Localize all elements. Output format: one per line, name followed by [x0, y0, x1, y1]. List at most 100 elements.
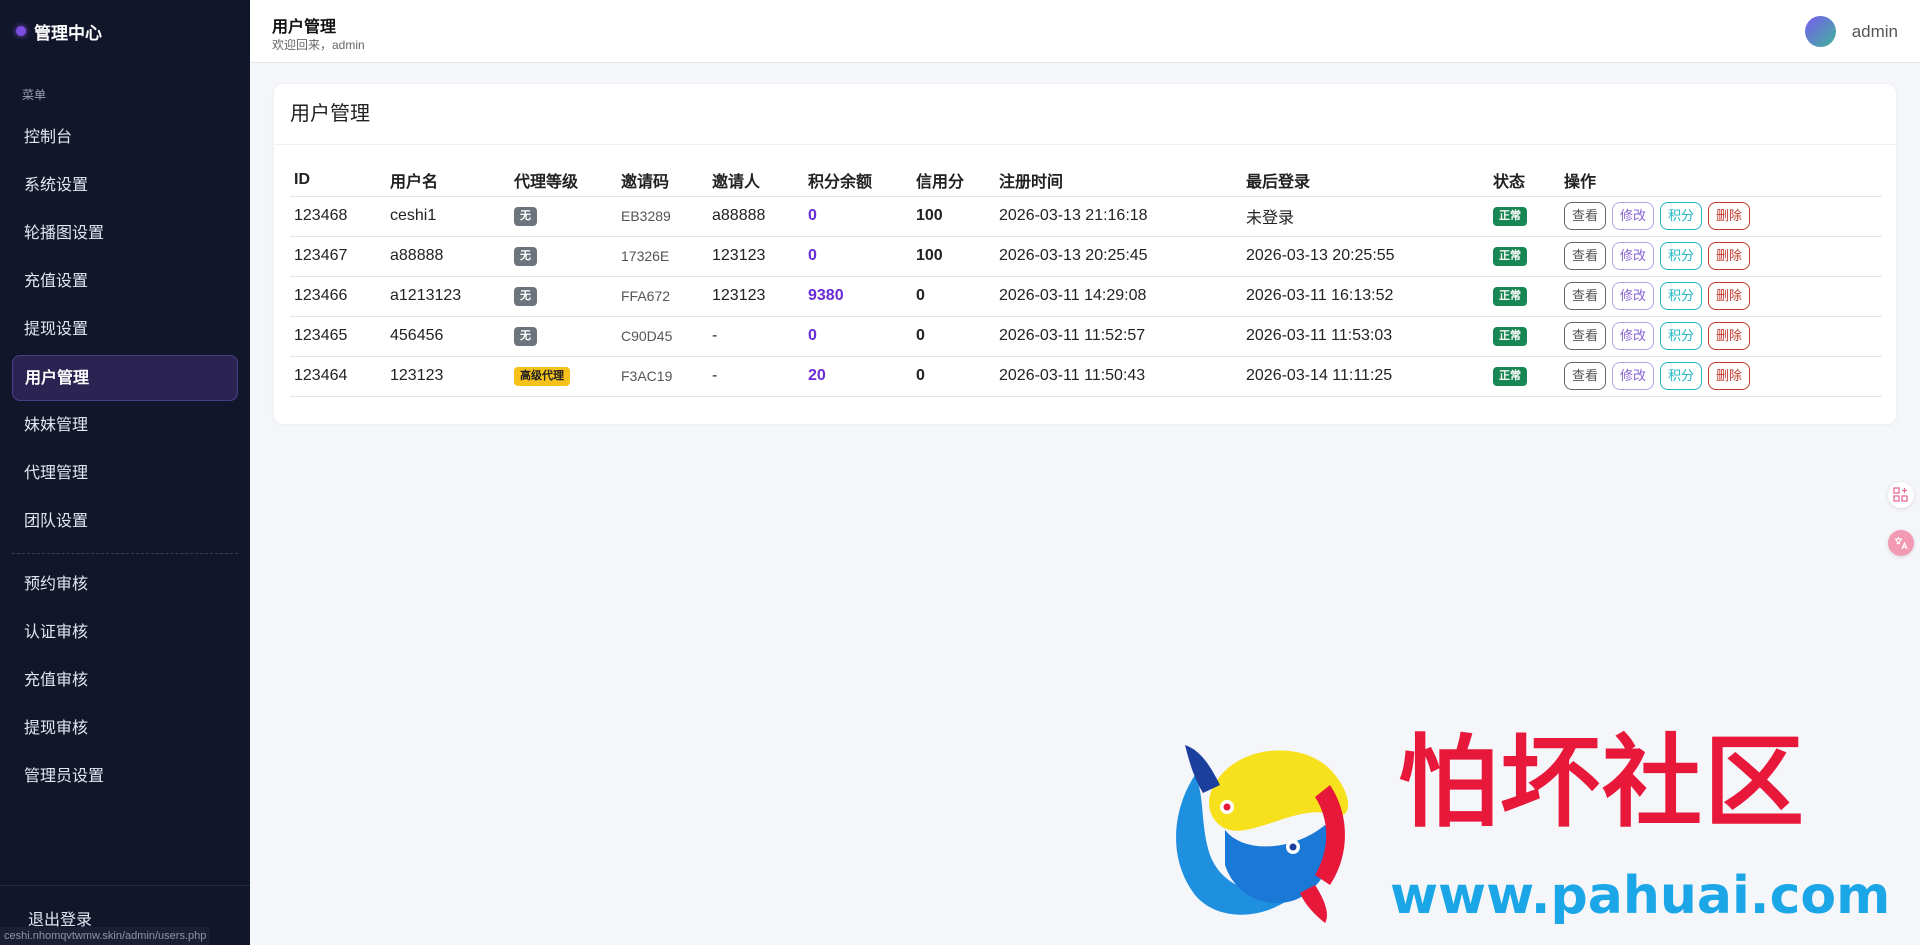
cell-reg-time: 2026-03-11 11:52:57: [995, 316, 1242, 357]
cell-id: 123464: [290, 356, 386, 397]
column-header: 信用分: [912, 164, 995, 197]
cell-actions: 查看 修改 积分 删除: [1560, 356, 1882, 397]
cell-reg-time: 2026-03-11 11:50:43: [995, 356, 1242, 397]
cell-last-login: 未登录: [1242, 196, 1489, 237]
watermark-text: 怕坏社区: [1398, 723, 1806, 841]
view-button[interactable]: 查看: [1564, 322, 1607, 350]
sidebar-item[interactable]: 妹妹管理: [12, 403, 238, 449]
sidebar-item[interactable]: 充值审核: [12, 658, 238, 704]
status-badge: 正常: [1493, 367, 1527, 386]
column-header: 状态: [1489, 164, 1560, 197]
sidebar-item[interactable]: 系统设置: [12, 163, 238, 209]
top-header: 用户管理 欢迎回来，admin admin: [250, 0, 1920, 63]
view-button[interactable]: 查看: [1564, 202, 1607, 230]
cell-status: 正常: [1489, 276, 1560, 317]
column-header: 操作: [1560, 164, 1882, 197]
cell-reg-time: 2026-03-11 14:29:08: [995, 276, 1242, 317]
points-button[interactable]: 积分: [1660, 362, 1703, 390]
view-button[interactable]: 查看: [1564, 242, 1607, 270]
view-button[interactable]: 查看: [1564, 362, 1607, 390]
cell-username: a1213123: [386, 276, 510, 317]
avatar[interactable]: [1805, 16, 1836, 47]
cell-invite-code: C90D45: [617, 316, 708, 357]
cell-username: 123123: [386, 356, 510, 397]
sidebar-item[interactable]: 充值设置: [12, 259, 238, 305]
cell-id: 123466: [290, 276, 386, 317]
sidebar-item[interactable]: 用户管理: [12, 355, 238, 401]
sidebar-item[interactable]: 提现审核: [12, 706, 238, 752]
apps-float-button[interactable]: [1888, 482, 1914, 508]
view-button[interactable]: 查看: [1564, 282, 1607, 310]
delete-button[interactable]: 删除: [1708, 322, 1751, 350]
menu-section-label: 菜单: [22, 88, 47, 102]
table-row: 123465 456456 无 C90D45-0 0 2026-03-11 11:52:5…: [290, 316, 1882, 357]
cell-invite-code: EB3289: [617, 196, 708, 237]
cell-credit: 0: [912, 276, 995, 317]
points-button[interactable]: 积分: [1660, 202, 1703, 230]
cell-actions: 查看 修改 积分 删除: [1560, 316, 1882, 357]
cell-points: 0: [804, 236, 912, 277]
table-row: 123464 123123 高级代理 F3AC19-20 0 2026-03-11 11:…: [290, 356, 1882, 397]
status-badge: 正常: [1493, 247, 1527, 266]
cell-username: 456456: [386, 316, 510, 357]
column-header: 邀请码: [617, 164, 708, 197]
status-bar-url: ceshi.nhomqvtwmw.skin/admin/users.php: [0, 927, 211, 945]
edit-button[interactable]: 修改: [1612, 362, 1655, 390]
edit-button[interactable]: 修改: [1612, 242, 1655, 270]
cell-username: ceshi1: [386, 196, 510, 237]
cell-last-login: 2026-03-14 11:11:25: [1242, 356, 1489, 397]
user-name[interactable]: admin: [1852, 22, 1898, 42]
sidebar-item[interactable]: 代理管理: [12, 451, 238, 497]
cell-inviter: -: [708, 316, 804, 357]
points-button[interactable]: 积分: [1660, 242, 1703, 270]
sidebar-item[interactable]: 团队设置: [12, 499, 238, 545]
sidebar-item[interactable]: 控制台: [12, 115, 238, 161]
sidebar-item[interactable]: 提现设置: [12, 307, 238, 353]
sidebar-item[interactable]: 管理员设置: [12, 754, 238, 800]
cell-status: 正常: [1489, 316, 1560, 357]
sidebar-menu: 控制台 系统设置 轮播图设置 充值设置 提现设置 用户管理 妹妹管理 代理管理 团队设置: [0, 115, 250, 545]
cell-username: a88888: [386, 236, 510, 277]
sidebar-item[interactable]: 认证审核: [12, 610, 238, 656]
brand: 管理中心: [0, 0, 250, 62]
column-header: 用户名: [386, 164, 510, 197]
status-badge: 正常: [1493, 287, 1527, 306]
translate-float-button[interactable]: [1888, 530, 1914, 556]
brand-dot-icon: [16, 26, 26, 36]
table-row: 123466 a1213123 无 FFA672 123123 9380 0 2026-03-…: [290, 276, 1882, 317]
edit-button[interactable]: 修改: [1612, 282, 1655, 310]
cell-reg-time: 2026-03-13 21:16:18: [995, 196, 1242, 237]
cell-actions: 查看 修改 积分 删除: [1560, 236, 1882, 277]
sidebar-item[interactable]: 预约审核: [12, 562, 238, 608]
cell-invite-code: FFA672: [617, 276, 708, 317]
cell-invite-code: F3AC19: [617, 356, 708, 397]
cell-level: 无: [510, 276, 617, 317]
cell-points: 9380: [804, 276, 912, 317]
column-header: 积分余额: [804, 164, 912, 197]
watermark-fish-logo: [1176, 745, 1349, 923]
cell-credit: 0: [912, 316, 995, 357]
cell-status: 正常: [1489, 356, 1560, 397]
table-row: 123467 a88888 无 17326E 123123 0 100 2026-03-13 …: [290, 236, 1882, 277]
card-title: 用户管理: [274, 84, 1896, 145]
cell-credit: 100: [912, 236, 995, 277]
delete-button[interactable]: 删除: [1708, 242, 1751, 270]
cell-id: 123467: [290, 236, 386, 277]
delete-button[interactable]: 删除: [1708, 282, 1751, 310]
column-header: 代理等级: [510, 164, 617, 197]
sidebar-item[interactable]: 轮播图设置: [12, 211, 238, 257]
cell-points: 0: [804, 316, 912, 357]
delete-button[interactable]: 删除: [1708, 362, 1751, 390]
edit-button[interactable]: 修改: [1612, 202, 1655, 230]
points-button[interactable]: 积分: [1660, 282, 1703, 310]
level-badge: 无: [514, 207, 537, 226]
delete-button[interactable]: 删除: [1708, 202, 1751, 230]
cell-last-login: 2026-03-13 20:25:55: [1242, 236, 1489, 277]
level-badge: 无: [514, 247, 537, 266]
edit-button[interactable]: 修改: [1612, 322, 1655, 350]
watermark-url: www.pahuai.com: [1390, 866, 1891, 926]
column-header: ID: [290, 164, 386, 197]
cell-status: 正常: [1489, 196, 1560, 237]
cell-last-login: 2026-03-11 16:13:52: [1242, 276, 1489, 317]
points-button[interactable]: 积分: [1660, 322, 1703, 350]
